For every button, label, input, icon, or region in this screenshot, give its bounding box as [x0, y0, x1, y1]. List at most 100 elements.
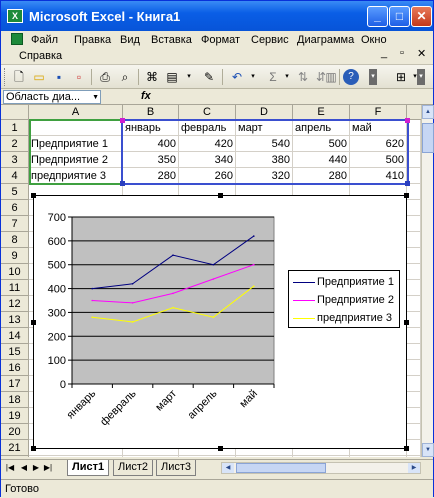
name-box-dropdown-icon[interactable]: ▼ — [92, 92, 99, 104]
paste-icon[interactable]: ▤ — [164, 69, 180, 85]
range-handle[interactable] — [120, 118, 125, 123]
column-header-c[interactable]: C — [179, 105, 236, 120]
embedded-chart[interactable]: 700 600 500 400 300 200 100 0 январь февраль март а… — [31, 193, 409, 451]
permission-icon[interactable]: ▫ — [71, 69, 87, 85]
empty-cell[interactable] — [407, 392, 421, 408]
row-header[interactable]: 18 — [1, 392, 29, 408]
empty-cell[interactable] — [236, 456, 293, 457]
data-point[interactable] — [131, 302, 134, 304]
horizontal-scroll-thumb[interactable] — [236, 463, 326, 473]
empty-cell[interactable] — [407, 328, 421, 344]
cell-d1[interactable]: март — [236, 120, 293, 136]
range-handle[interactable] — [405, 181, 410, 186]
empty-cell[interactable] — [350, 456, 407, 457]
cell-f2[interactable]: 620 — [350, 136, 407, 152]
row-header[interactable]: 17 — [1, 376, 29, 392]
next-sheet-icon[interactable]: ▶ — [31, 463, 41, 472]
chart-resize-handle[interactable] — [404, 320, 409, 325]
empty-cell[interactable] — [407, 280, 421, 296]
empty-cell[interactable] — [407, 360, 421, 376]
menu-help[interactable]: Справка — [19, 48, 62, 64]
scroll-right-icon[interactable]: ▶ — [408, 463, 420, 473]
empty-cell[interactable] — [179, 456, 236, 457]
sort-ascending-icon[interactable]: ⇅ — [295, 69, 311, 85]
cell-c1[interactable]: февраль — [179, 120, 236, 136]
menu-edit[interactable]: Правка — [74, 32, 111, 48]
empty-cell[interactable] — [407, 232, 421, 248]
toolbar-options-icon-2[interactable]: ▾ — [417, 69, 425, 85]
vertical-scroll-thumb[interactable] — [422, 123, 434, 153]
data-point[interactable] — [91, 287, 93, 290]
row-header[interactable]: 21 — [1, 440, 29, 456]
data-point[interactable] — [212, 316, 215, 318]
excel-app-icon[interactable]: X — [7, 9, 23, 23]
row-header[interactable]: 8 — [1, 232, 29, 248]
print-icon[interactable]: ⎙ — [97, 69, 113, 85]
format-painter-icon[interactable]: ✎ — [201, 69, 217, 85]
horizontal-scrollbar[interactable]: ◀ ▶ — [221, 462, 421, 474]
row-header[interactable]: 4 — [1, 168, 29, 184]
sheet-tab-1[interactable]: Лист1 — [67, 460, 110, 476]
data-point[interactable] — [212, 278, 215, 280]
empty-cell[interactable] — [123, 456, 179, 457]
empty-cell[interactable] — [407, 408, 421, 424]
cell-d2[interactable]: 540 — [236, 136, 293, 152]
sheet-tab-2[interactable]: Лист2 — [113, 460, 154, 476]
data-point[interactable] — [131, 321, 134, 323]
menu-chart[interactable]: Диаграмма — [297, 32, 354, 48]
empty-cell[interactable] — [407, 296, 421, 312]
row-header[interactable]: 11 — [1, 280, 29, 296]
menu-insert[interactable]: Вставка — [151, 32, 192, 48]
menu-file[interactable]: Файл — [31, 32, 58, 48]
prev-sheet-icon[interactable]: ◀ — [19, 463, 29, 472]
help-icon[interactable]: ? — [343, 69, 359, 85]
data-point[interactable] — [91, 299, 93, 302]
workbook-icon[interactable] — [11, 33, 23, 45]
cell-a4[interactable]: предприятие 3 — [29, 168, 123, 184]
row-header[interactable]: 2 — [1, 136, 29, 152]
sheet-tab-3[interactable]: Лист3 — [156, 460, 197, 476]
row-header[interactable]: 7 — [1, 216, 29, 232]
doc-close-button[interactable]: ✕ — [417, 47, 426, 60]
cell-d3[interactable]: 380 — [236, 152, 293, 168]
toolbar-grip[interactable] — [4, 68, 7, 86]
empty-cell[interactable] — [407, 264, 421, 280]
data-point[interactable] — [91, 316, 93, 318]
cell-e1[interactable]: апрель — [293, 120, 350, 136]
row-header[interactable]: 3 — [1, 152, 29, 168]
column-header-a[interactable]: A — [29, 105, 123, 120]
empty-cell[interactable] — [407, 424, 421, 440]
empty-cell[interactable] — [407, 248, 421, 264]
select-all-corner[interactable] — [1, 105, 29, 120]
empty-cell[interactable] — [407, 136, 421, 152]
menu-tools[interactable]: Сервис — [251, 32, 289, 48]
open-folder-icon[interactable]: ▭ — [31, 69, 47, 85]
save-icon[interactable]: ▪ — [51, 69, 67, 85]
chart-wizard-icon[interactable]: ▥ — [323, 69, 339, 85]
empty-cell[interactable] — [407, 344, 421, 360]
print-preview-icon[interactable]: ⌕ — [117, 69, 133, 85]
close-button[interactable]: ✕ — [411, 6, 432, 27]
row-header[interactable]: 14 — [1, 328, 29, 344]
data-point[interactable] — [253, 263, 255, 266]
empty-cell[interactable] — [407, 312, 421, 328]
empty-cell[interactable] — [407, 440, 421, 456]
fx-icon[interactable]: fx — [141, 90, 151, 102]
data-point[interactable] — [131, 283, 134, 285]
range-handle[interactable] — [120, 181, 125, 186]
range-handle[interactable] — [405, 118, 410, 123]
row-header[interactable]: 12 — [1, 296, 29, 312]
cell-a1[interactable] — [29, 120, 123, 136]
scroll-down-icon[interactable]: ▼ — [422, 443, 434, 457]
empty-cell[interactable] — [407, 184, 421, 200]
undo-icon[interactable]: ↶ — [229, 69, 245, 85]
menu-format[interactable]: Формат — [201, 32, 240, 48]
first-sheet-icon[interactable]: |◀ — [5, 463, 15, 472]
row-header[interactable]: 9 — [1, 248, 29, 264]
vertical-scrollbar[interactable]: ▲ ▼ — [421, 105, 434, 457]
empty-cell[interactable] — [407, 152, 421, 168]
undo-dropdown-icon[interactable]: ▾ — [245, 69, 261, 85]
cell-b2[interactable]: 400 — [123, 136, 179, 152]
name-box[interactable]: Область диа... ▼ — [3, 90, 101, 104]
row-header[interactable]: 19 — [1, 408, 29, 424]
